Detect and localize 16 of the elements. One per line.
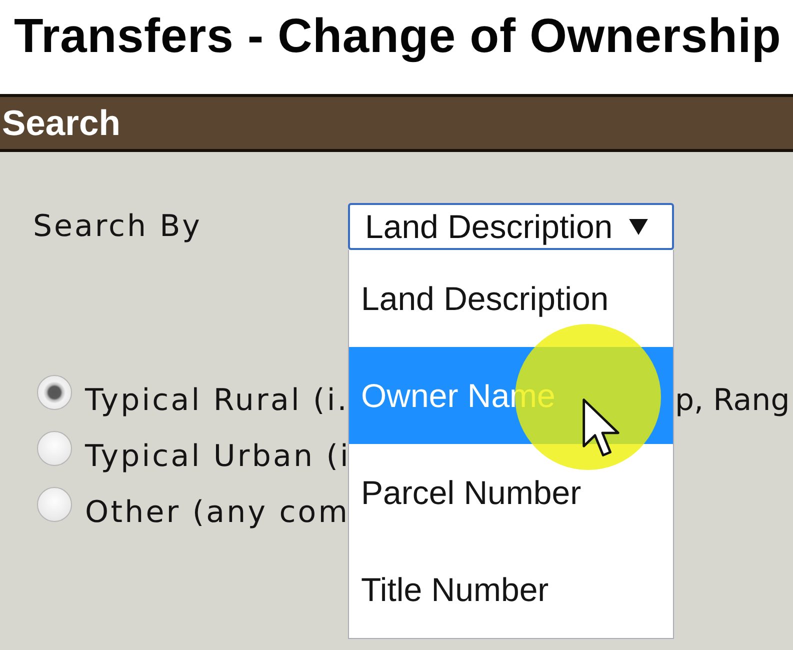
caret-icon (629, 218, 648, 234)
radio-button[interactable] (37, 486, 72, 522)
page-title: Transfers - Change of Ownership (14, 13, 782, 61)
dropdown-option[interactable]: Parcel Number (349, 444, 673, 541)
dropdown-option[interactable]: Land Description (349, 250, 673, 347)
dropdown-option[interactable]: Title Number (349, 541, 673, 638)
radio-button[interactable] (37, 374, 72, 410)
radio-label: p, Rang (675, 382, 791, 418)
section-header: Search (0, 94, 793, 152)
search-by-dropdown[interactable]: Land Description (348, 203, 674, 250)
field-label: Search By (33, 209, 203, 244)
radio-label: Typical Urban (i (85, 438, 350, 474)
radio-label: Other (any com (85, 494, 350, 530)
radio-label: Typical Rural (i. (85, 382, 349, 418)
radio-button[interactable] (37, 430, 72, 466)
pointer-cursor-icon (582, 398, 620, 457)
